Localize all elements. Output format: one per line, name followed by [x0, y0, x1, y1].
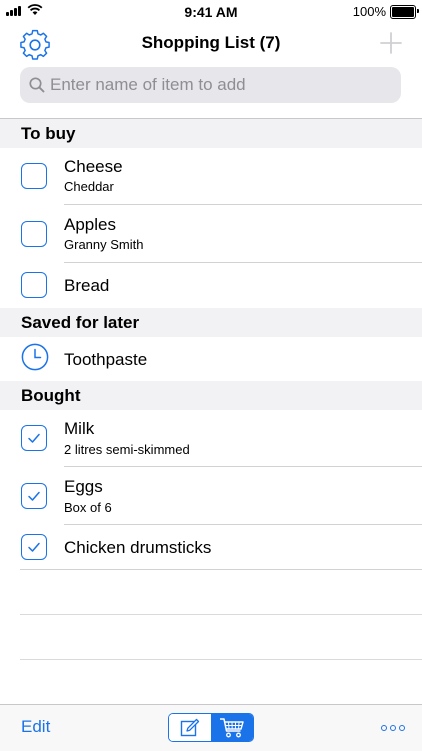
add-item-input[interactable] — [50, 67, 390, 103]
list-item-eggs[interactable]: Eggs Box of 6 — [0, 467, 422, 525]
status-bar: 9:41 AM 100% — [0, 0, 422, 24]
empty-row-divider — [20, 659, 422, 660]
checkmark-icon — [28, 491, 40, 501]
list-item-chicken-drumsticks[interactable]: Chicken drumsticks — [0, 525, 422, 570]
navigation-bar: Shopping List (7) — [0, 24, 422, 64]
item-title: Chicken drumsticks — [64, 538, 212, 557]
edit-button[interactable]: Edit — [21, 717, 50, 737]
item-title: Apples — [64, 215, 116, 234]
item-title: Milk — [64, 419, 95, 438]
list-item-toothpaste[interactable]: Toothpaste — [0, 337, 422, 381]
search-icon — [29, 77, 45, 93]
list-item-bread[interactable]: Bread — [0, 263, 422, 308]
battery-status: 100% — [352, 4, 419, 19]
item-title: Cheese — [64, 157, 123, 176]
item-subtitle: 2 litres semi-skimmed — [64, 442, 190, 457]
add-item-plus-icon[interactable] — [378, 30, 404, 56]
list-item-apples[interactable]: Apples Granny Smith — [0, 205, 422, 263]
item-title: Bread — [64, 276, 110, 295]
page-title: Shopping List (7) — [141, 33, 281, 52]
bottom-toolbar: Edit — [0, 704, 422, 751]
edit-list-mode-button[interactable] — [169, 714, 211, 741]
clock-icon[interactable] — [21, 343, 49, 371]
battery-icon — [390, 4, 419, 19]
item-subtitle: Box of 6 — [64, 500, 112, 515]
section-header-to-buy: To buy — [0, 119, 422, 148]
checked-checkbox[interactable] — [21, 425, 47, 451]
shopping-mode-button[interactable] — [211, 714, 253, 741]
list-item-cheese[interactable]: Cheese Cheddar — [0, 148, 422, 205]
compose-icon — [180, 718, 200, 736]
unchecked-checkbox[interactable] — [21, 221, 47, 247]
shopping-cart-icon — [220, 717, 244, 737]
section-header-bought: Bought — [0, 381, 422, 410]
battery-percentage: 100% — [352, 4, 386, 19]
item-subtitle: Cheddar — [64, 179, 114, 194]
checkmark-icon — [28, 433, 40, 443]
checked-checkbox[interactable] — [21, 534, 47, 560]
mode-segmented-control — [168, 713, 254, 742]
unchecked-checkbox[interactable] — [21, 163, 47, 189]
add-item-search-field[interactable] — [20, 67, 401, 103]
item-title: Eggs — [64, 477, 103, 496]
unchecked-checkbox[interactable] — [21, 272, 47, 298]
section-header-saved-for-later: Saved for later — [0, 308, 422, 337]
empty-row-divider — [20, 614, 422, 615]
more-options-icon[interactable] — [381, 725, 405, 731]
item-subtitle: Granny Smith — [64, 237, 144, 252]
item-title: Toothpaste — [64, 350, 148, 369]
checked-checkbox[interactable] — [21, 483, 47, 509]
list-item-milk[interactable]: Milk 2 litres semi-skimmed — [0, 410, 422, 467]
checkmark-icon — [28, 542, 40, 552]
row-divider — [20, 569, 422, 570]
